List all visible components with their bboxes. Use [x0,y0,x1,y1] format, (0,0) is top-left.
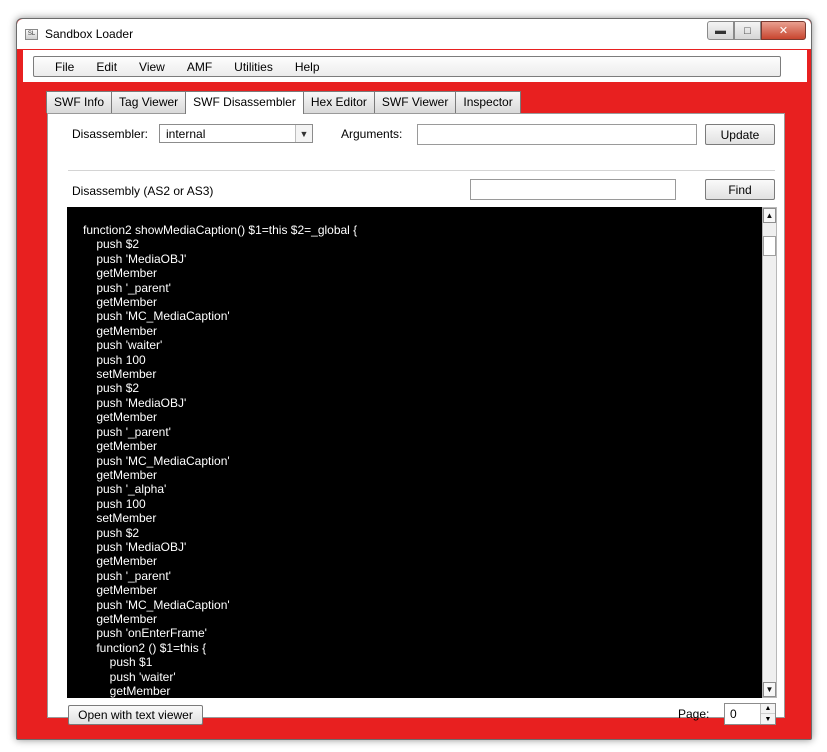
code-line: push 'MC_MediaCaption' [83,597,230,612]
tab-hex-editor[interactable]: Hex Editor [302,91,375,113]
code-line: getMember [83,467,158,482]
tab-swf-disassembler[interactable]: SWF Disassembler [185,91,304,114]
divider [68,170,775,171]
disassembler-select[interactable]: internal ▼ [159,124,313,143]
code-line: setMember [83,367,157,382]
tab-swf-viewer[interactable]: SWF Viewer [373,91,457,113]
disassembly-label: Disassembly (AS2 or AS3) [72,184,214,198]
arrow-up-icon: ▲ [765,211,774,220]
tab-swf-info[interactable]: SWF Info [46,91,113,113]
code-line: push $2 [83,381,140,396]
find-input[interactable] [470,179,676,200]
menu-bar: File Edit View AMF Utilities Help [33,56,781,77]
code-line: getMember [83,323,158,338]
menu-help[interactable]: Help [284,60,331,74]
close-icon: ✕ [778,25,789,37]
maximize-button[interactable]: □ [734,21,761,40]
scroll-up-button[interactable]: ▲ [763,208,776,223]
code-line: push 'waiter' [83,338,163,353]
code-line: push 'MediaOBJ' [83,395,187,410]
disassembly-output[interactable]: function2 showMediaCaption() $1=this $2=… [67,207,762,698]
code-line: setMember [83,511,157,526]
menu-utilities[interactable]: Utilities [223,60,284,74]
close-button[interactable]: ✕ [761,21,806,40]
code-line: push 100 [83,496,146,511]
code-line: push 100 [83,352,146,367]
scroll-down-button[interactable]: ▼ [763,682,776,697]
code-line: push 'waiter' [83,669,176,684]
code-line: push '_parent' [83,280,171,295]
menu-edit[interactable]: Edit [85,60,128,74]
code-line: push 'MediaOBJ' [83,251,187,266]
code-line: push 'MediaOBJ' [83,539,187,554]
app-window: SL Sandbox Loader ▬ □ ✕ File Edit View A… [16,18,812,740]
spinner-buttons: ▲ ▼ [760,704,775,724]
code-line: getMember [83,439,158,454]
open-text-viewer-button[interactable]: Open with text viewer [68,705,203,725]
disassembly-text: function2 showMediaCaption() $1=this $2=… [83,223,357,698]
tab-inspector[interactable]: Inspector [455,91,521,113]
code-line: push 'onEnterFrame' [83,626,207,641]
code-line: getMember [83,266,158,281]
window-title: Sandbox Loader [45,27,134,41]
code-line: push 'MC_MediaCaption' [83,453,230,468]
code-line: getMember [83,684,171,698]
arrow-down-icon: ▼ [765,685,774,694]
page-spinner[interactable]: 0 ▲ ▼ [724,703,776,725]
spinner-up-icon[interactable]: ▲ [761,704,775,714]
arguments-input[interactable] [417,124,697,145]
code-line: push 'MC_MediaCaption' [83,309,230,324]
page-value: 0 [730,707,737,721]
code-line: push '_alpha' [83,482,167,497]
code-line: getMember [83,583,158,598]
disassembler-selected-value: internal [166,127,206,141]
code-line: push $2 [83,525,140,540]
code-line: push $1 [83,655,153,670]
tab-tag-viewer[interactable]: Tag Viewer [111,91,187,113]
disassembler-panel: Disassembler: internal ▼ Arguments: Upda… [47,113,785,725]
menu-bar-area: File Edit View AMF Utilities Help [23,50,807,82]
code-line: getMember [83,295,158,310]
update-button[interactable]: Update [705,124,775,145]
code-line: getMember [83,410,158,425]
code-line: getMember [83,554,158,569]
window-controls: ▬ □ ✕ [707,21,806,40]
menu-file[interactable]: File [34,60,85,74]
code-line: push $2 [83,237,140,252]
spinner-down-icon[interactable]: ▼ [761,714,775,724]
maximize-icon: □ [744,24,751,37]
minimize-button[interactable]: ▬ [707,21,734,40]
tab-strip: SWF Info Tag Viewer SWF Disassembler Hex… [46,91,521,114]
title-bar[interactable]: SL Sandbox Loader ▬ □ ✕ [17,19,811,49]
scroll-thumb[interactable] [763,236,776,256]
page-label: Page: [678,707,710,721]
code-line: getMember [83,611,158,626]
chevron-down-icon[interactable]: ▼ [295,125,312,142]
minimize-icon: ▬ [715,24,726,37]
disassembler-label: Disassembler: [72,127,149,141]
code-line: function2 () $1=this { [83,640,207,655]
vertical-scrollbar[interactable]: ▲ ▼ [762,207,777,698]
code-line: push '_parent' [83,568,171,583]
code-line: push '_parent' [83,424,171,439]
find-button[interactable]: Find [705,179,775,200]
arguments-label: Arguments: [341,127,403,141]
menu-view[interactable]: View [128,60,176,74]
code-line: function2 showMediaCaption() $1=this $2=… [83,223,358,237]
menu-amf[interactable]: AMF [176,60,223,74]
app-icon: SL [25,29,38,40]
